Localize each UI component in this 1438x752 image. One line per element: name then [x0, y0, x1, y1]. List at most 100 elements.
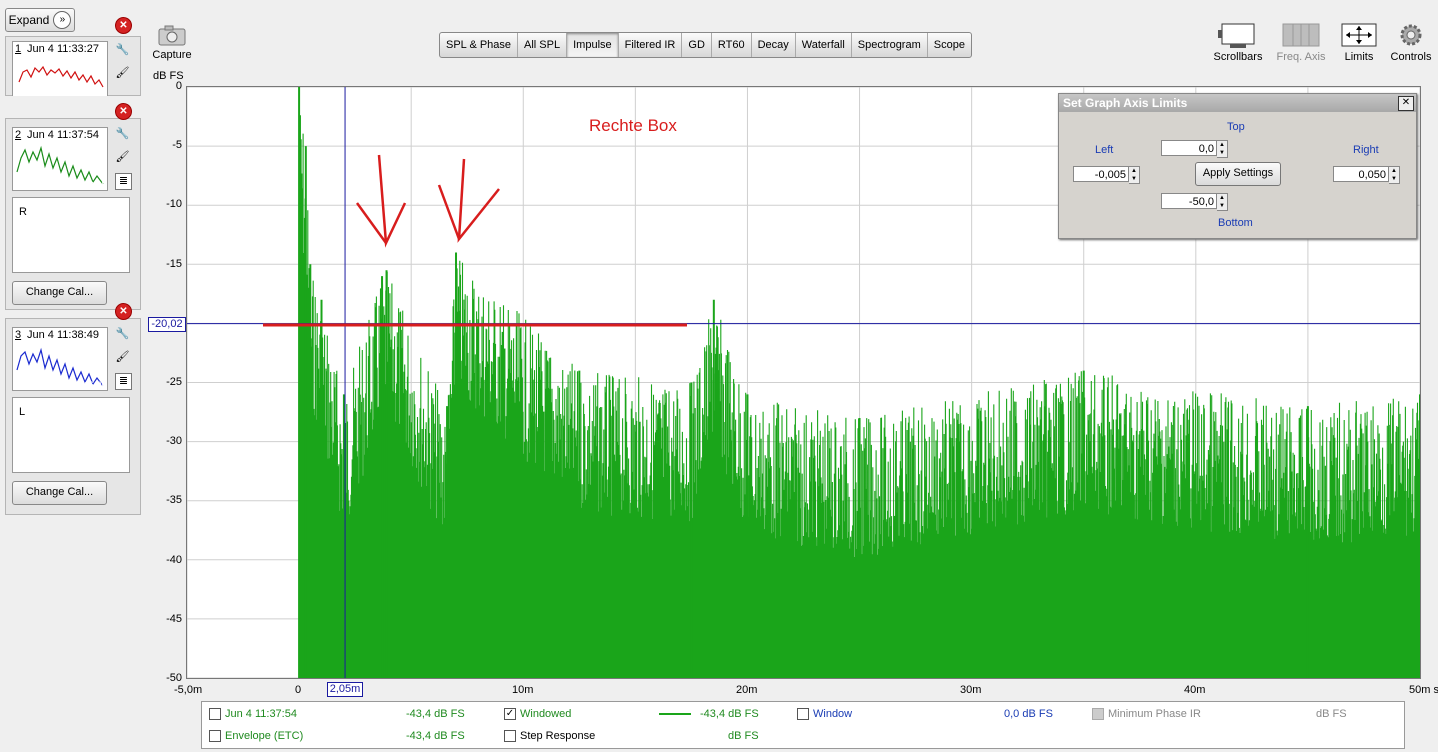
- scrollbars-button[interactable]: Scrollbars: [1210, 22, 1266, 63]
- legend-item-windowed[interactable]: ✓ Windowed: [504, 708, 571, 720]
- legend-value: -43,4 dB FS: [406, 730, 465, 742]
- limits-label: Limits: [1344, 51, 1374, 63]
- wrench-icon[interactable]: 🔧: [115, 43, 130, 58]
- color-icon[interactable]: 🖌: [115, 150, 130, 165]
- measurement-panel-3[interactable]: 3 Jun 4 11:38:49 20 16,0k ✕ 🔧 🖌 ≣ L Chan…: [5, 303, 141, 515]
- gear-icon: [1400, 24, 1422, 46]
- axis-limits-dialog[interactable]: Set Graph Axis Limits ✕ Top Left Right B…: [1058, 93, 1417, 239]
- measurement-panel-1[interactable]: 1 Jun 4 11:33:27 20 16,0k ✕ 🔧 🖌: [5, 17, 141, 96]
- spinner-arrows-icon[interactable]: ▲ ▼: [1129, 166, 1140, 184]
- checkbox[interactable]: [209, 730, 221, 742]
- checkbox-disabled[interactable]: [1092, 708, 1104, 720]
- legend-item-min-phase[interactable]: Minimum Phase IR: [1092, 708, 1201, 720]
- tab-impulse[interactable]: Impulse: [567, 33, 619, 57]
- notes-icon[interactable]: ≣: [115, 173, 132, 190]
- left-spinner[interactable]: -0,005 ▲ ▼: [1073, 166, 1140, 184]
- tab-decay[interactable]: Decay: [752, 33, 796, 57]
- tab-spectrogram[interactable]: Spectrogram: [852, 33, 928, 57]
- double-chevron-right-icon: »: [53, 11, 72, 29]
- right-value-field[interactable]: 0,050: [1333, 166, 1389, 182]
- spinner-arrows-icon[interactable]: ▲ ▼: [1389, 166, 1400, 184]
- tab-waterfall[interactable]: Waterfall: [796, 33, 852, 57]
- expand-label: Expand: [8, 13, 50, 27]
- freq-lo-label: 20: [14, 180, 25, 190]
- bottom-spinner[interactable]: -50,0 ▲ ▼: [1161, 193, 1228, 211]
- legend-label: Window: [813, 708, 853, 720]
- right-spinner[interactable]: 0,050 ▲ ▼: [1333, 166, 1400, 184]
- y-tick-label: -50: [166, 672, 182, 684]
- tab-spl-phase[interactable]: SPL & Phase: [440, 33, 519, 57]
- legend-value: -43,4 dB FS: [700, 708, 759, 720]
- measurement-date: Jun 4 11:33:27: [27, 43, 99, 55]
- bottom-value-field[interactable]: -50,0: [1161, 193, 1217, 209]
- measurement-thumbnail[interactable]: 2 Jun 4 11:37:54 20 16,0k: [12, 127, 108, 191]
- close-icon[interactable]: ✕: [115, 303, 132, 320]
- measurement-panel-2[interactable]: 2 Jun 4 11:37:54 20 16,0k ✕ 🔧 🖌 ≣ R Chan…: [5, 103, 141, 310]
- tab-all-spl[interactable]: All SPL: [518, 33, 568, 57]
- checkbox[interactable]: [797, 708, 809, 720]
- y-tick-label: -45: [166, 613, 182, 625]
- notes-field[interactable]: L: [12, 397, 130, 473]
- measurement-thumbnail[interactable]: 1 Jun 4 11:33:27 20 16,0k: [12, 41, 108, 96]
- measurement-number: 1: [15, 43, 22, 55]
- thumb-trace: [16, 145, 104, 185]
- legend-item-envelope[interactable]: Envelope (ETC): [209, 730, 303, 742]
- y-tick-label: -40: [166, 554, 182, 566]
- notes-icon[interactable]: ≣: [115, 373, 132, 390]
- tab-rt60[interactable]: RT60: [712, 33, 752, 57]
- bottom-label: Bottom: [1218, 217, 1253, 229]
- y-tick-label: -15: [166, 258, 182, 270]
- limits-button[interactable]: Limits: [1338, 22, 1380, 63]
- cursor-x-readout[interactable]: 2,05m: [327, 682, 363, 697]
- freq-axis-icon: [1282, 23, 1320, 47]
- tab-gd[interactable]: GD: [682, 33, 712, 57]
- spinner-arrows-icon[interactable]: ▲ ▼: [1217, 140, 1228, 158]
- x-tick-label: 20m: [736, 684, 758, 696]
- left-value-field[interactable]: -0,005: [1073, 166, 1129, 182]
- top-spinner[interactable]: 0,0 ▲ ▼: [1161, 140, 1228, 158]
- measurement-number: 2: [15, 129, 22, 141]
- controls-button[interactable]: Controls: [1388, 22, 1434, 63]
- apply-settings-button[interactable]: Apply Settings: [1195, 162, 1281, 186]
- freq-lo-label: 20: [14, 86, 25, 96]
- freq-axis-button[interactable]: Freq. Axis: [1272, 22, 1330, 63]
- tab-scope[interactable]: Scope: [928, 33, 971, 57]
- x-tick-label: 10m: [512, 684, 534, 696]
- close-icon[interactable]: ✕: [115, 17, 132, 34]
- checkbox[interactable]: [209, 708, 221, 720]
- x-tick-label: 30m: [960, 684, 982, 696]
- tab-filtered-ir[interactable]: Filtered IR: [619, 33, 683, 57]
- camera-icon: [158, 25, 186, 46]
- limits-icon: [1341, 23, 1377, 47]
- wrench-icon[interactable]: 🔧: [115, 327, 130, 342]
- color-icon[interactable]: 🖌: [115, 350, 130, 365]
- close-icon[interactable]: ✕: [115, 103, 132, 120]
- capture-label: Capture: [152, 49, 192, 61]
- notes-field[interactable]: R: [12, 197, 130, 273]
- scrollbars-label: Scrollbars: [1213, 51, 1263, 63]
- wrench-icon[interactable]: 🔧: [115, 127, 130, 142]
- close-icon[interactable]: ✕: [1398, 96, 1414, 111]
- capture-button[interactable]: Capture: [152, 24, 192, 61]
- annotation-arrow: [457, 158, 500, 243]
- legend-value: dB FS: [1316, 708, 1347, 720]
- measurement-thumbnail[interactable]: 3 Jun 4 11:38:49 20 16,0k: [12, 327, 108, 391]
- checkbox[interactable]: [504, 730, 516, 742]
- expand-button[interactable]: Expand »: [5, 8, 75, 32]
- checkbox-checked[interactable]: ✓: [504, 708, 516, 720]
- controls-label: Controls: [1390, 51, 1432, 63]
- y-tick-label: -30: [166, 435, 182, 447]
- measurement-number: 3: [15, 329, 22, 341]
- legend-item-step-response[interactable]: Step Response: [504, 730, 595, 742]
- measurement-date: Jun 4 11:38:49: [27, 329, 99, 341]
- change-cal-button[interactable]: Change Cal...: [12, 281, 107, 305]
- legend-value: dB FS: [728, 730, 759, 742]
- spinner-arrows-icon[interactable]: ▲ ▼: [1217, 193, 1228, 211]
- y-tick-label: -5: [172, 139, 182, 151]
- legend-item-measurement[interactable]: Jun 4 11:37:54: [209, 708, 297, 720]
- color-icon[interactable]: 🖌: [115, 66, 130, 81]
- cursor-y-readout[interactable]: -20,02: [148, 317, 186, 332]
- change-cal-button[interactable]: Change Cal...: [12, 481, 107, 505]
- top-value-field[interactable]: 0,0: [1161, 140, 1217, 156]
- legend-item-window[interactable]: Window: [797, 708, 852, 720]
